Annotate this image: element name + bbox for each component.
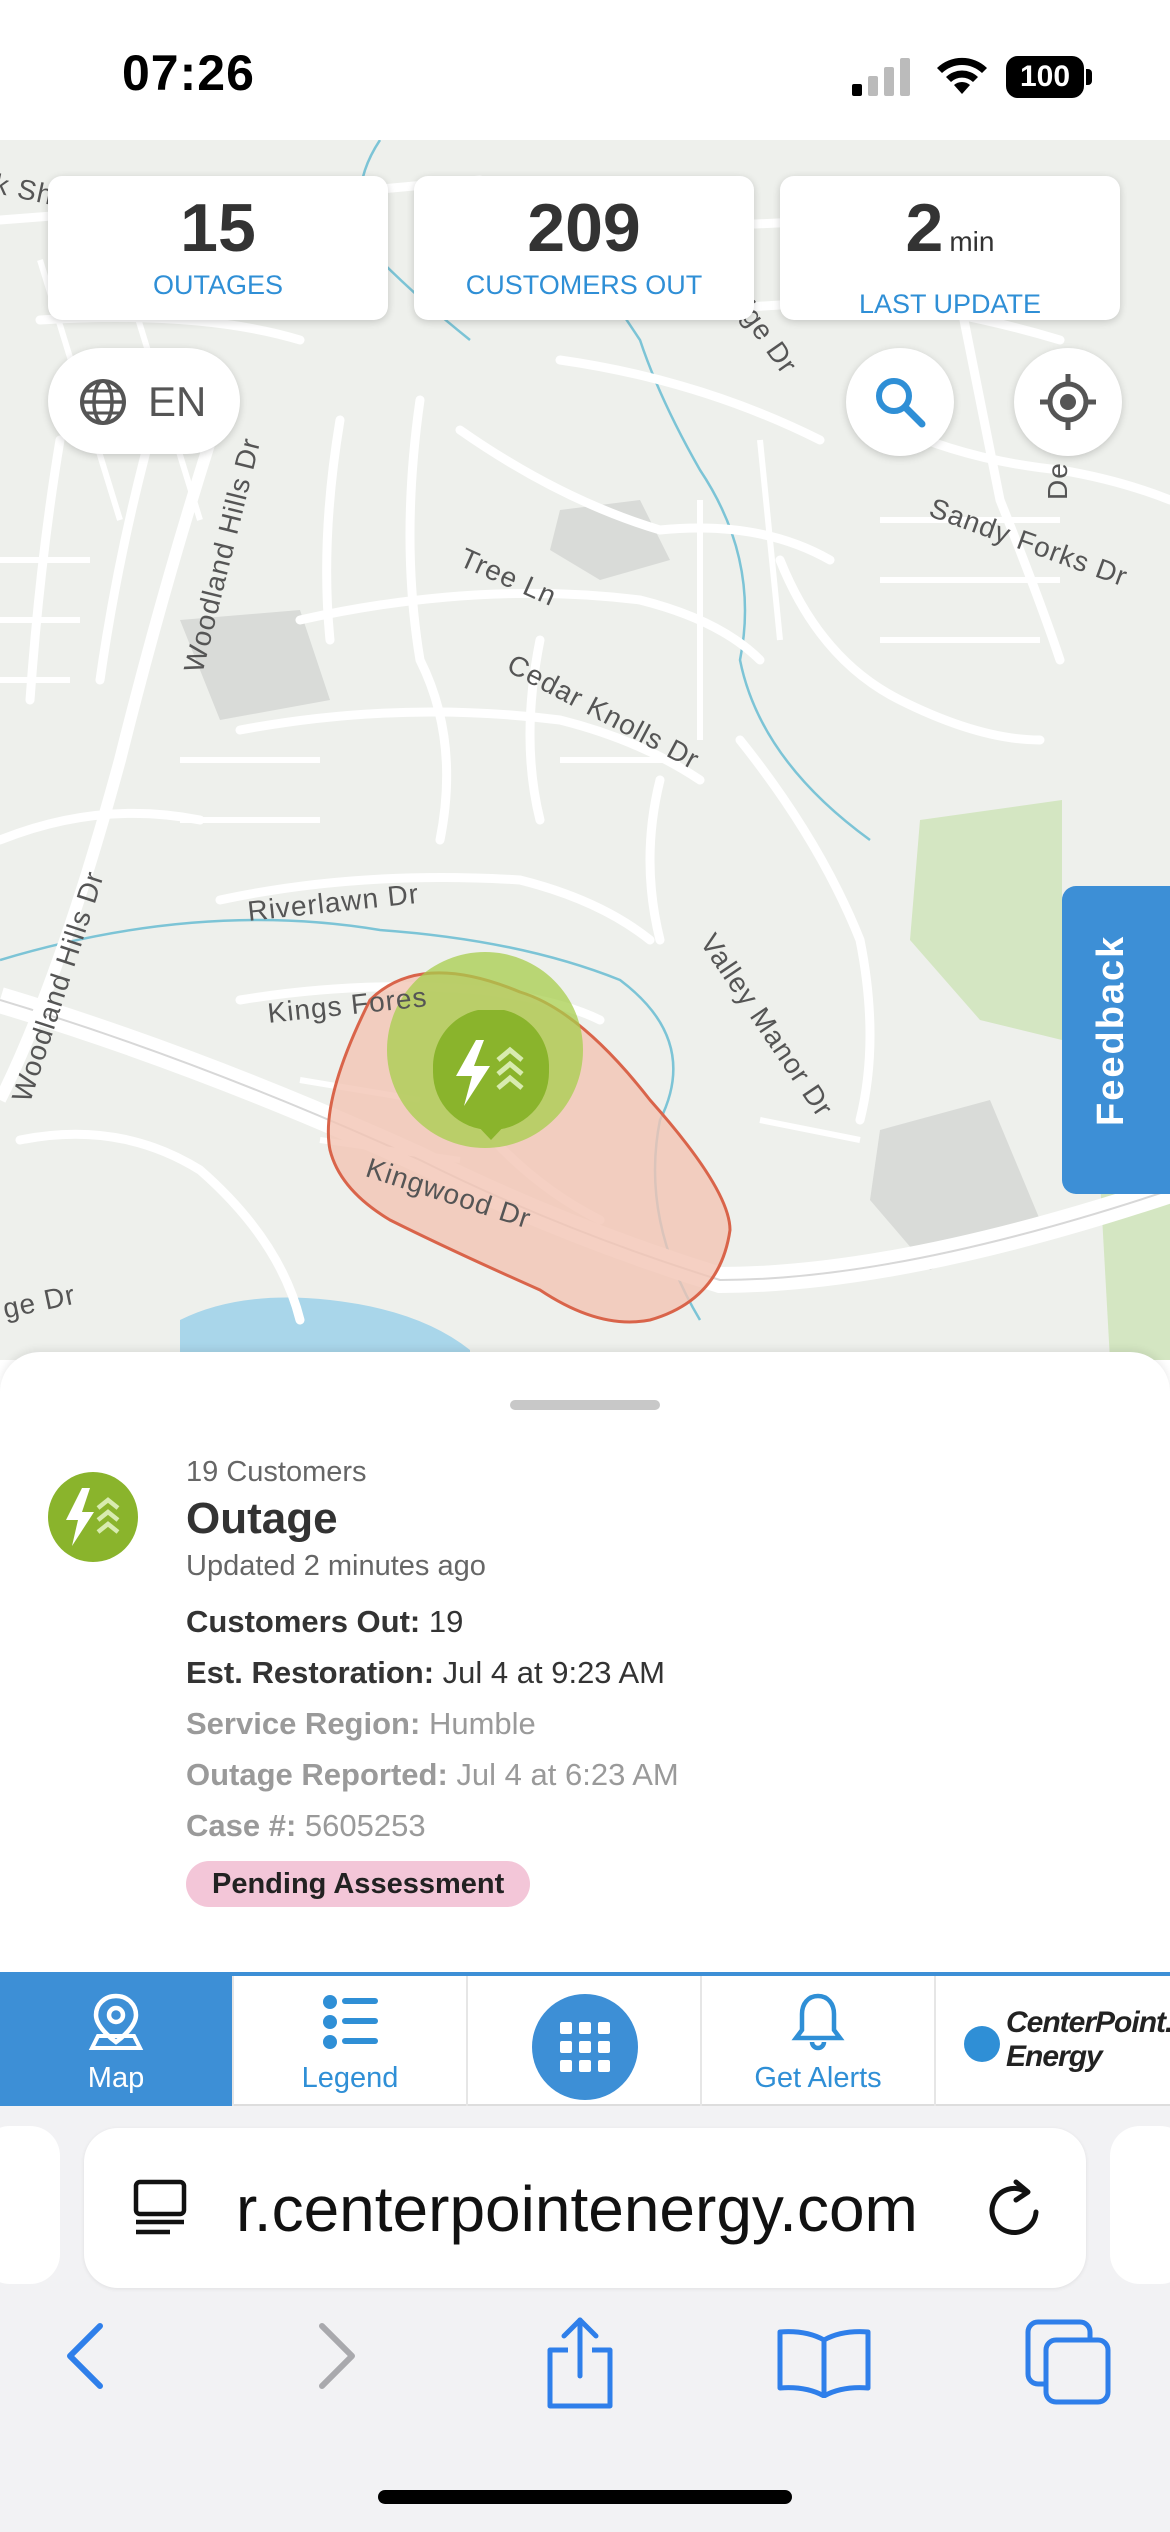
customers-out-row-value: 19	[428, 1604, 464, 1639]
outage-detail-sheet[interactable]: 19 Customers Outage Updated 2 minutes ag…	[0, 1352, 1170, 1972]
bookmarks-icon[interactable]	[776, 2326, 872, 2398]
est-restoration-label: Est. Restoration:	[186, 1655, 435, 1690]
updated-time: Updated 2 minutes ago	[186, 1550, 486, 1582]
est-restoration-value: Jul 4 at 9:23 AM	[442, 1655, 665, 1690]
logo-line-1: CenterPoint.	[1006, 2006, 1170, 2039]
language-label: EN	[148, 378, 207, 425]
language-button[interactable]: EN	[48, 348, 240, 454]
affected-customers: 19 Customers	[186, 1456, 367, 1488]
outage-reported-label: Outage Reported:	[186, 1757, 448, 1792]
legend-list-icon	[323, 1995, 378, 2049]
nav-get-alerts[interactable]: Get Alerts	[702, 1976, 936, 2106]
sheet-grabber[interactable]	[510, 1400, 660, 1410]
outage-title: Outage	[186, 1494, 338, 1543]
outages-count: 15	[180, 190, 256, 266]
customers-out-row: Customers Out: 19	[186, 1596, 1086, 1647]
case-number-row: Case #: 5605253	[186, 1800, 1086, 1851]
service-region-value: Humble	[428, 1706, 536, 1741]
last-update-value: 2	[905, 190, 944, 266]
nav-legend[interactable]: Legend	[234, 1976, 468, 2106]
customers-out-row-label: Customers Out:	[186, 1604, 421, 1639]
status-time: 07:26	[122, 45, 255, 101]
service-region-label: Service Region:	[186, 1706, 421, 1741]
outages-stat-card: 15 OUTAGES	[48, 176, 388, 320]
est-restoration-row: Est. Restoration: Jul 4 at 9:23 AM	[186, 1647, 1086, 1698]
battery-icon: 100	[1006, 56, 1092, 98]
url-text: r.centerpointenergy.com	[236, 2173, 918, 2245]
home-indicator[interactable]	[378, 2490, 792, 2504]
battery-level: 100	[1006, 56, 1084, 98]
wifi-icon	[937, 57, 987, 94]
last-update-label: LAST UPDATE	[858, 289, 1042, 319]
logo-mark	[964, 2026, 1000, 2062]
map-streets	[0, 140, 1170, 1360]
reload-icon[interactable]	[982, 2172, 1046, 2244]
tabs-icon[interactable]	[1024, 2318, 1114, 2408]
feedback-label: Feedback	[1090, 934, 1132, 1126]
nav-get-alerts-label: Get Alerts	[754, 2062, 882, 2094]
outage-detail: 19 Customers Outage Updated 2 minutes ag…	[186, 1452, 1086, 1907]
status-badge: Pending Assessment	[186, 1861, 531, 1907]
forward-icon[interactable]	[306, 2316, 366, 2396]
logo-line-2: Energy	[1006, 2040, 1103, 2073]
apps-grid-button[interactable]	[532, 1994, 638, 2100]
status-bar: 07:26 100	[0, 0, 1170, 140]
cellular-signal-icon	[852, 58, 910, 96]
previous-tab-preview[interactable]	[0, 2126, 60, 2284]
share-icon[interactable]	[540, 2316, 620, 2412]
outage-reported-value: Jul 4 at 6:23 AM	[456, 1757, 679, 1792]
browser-chrome: r.centerpointenergy.com	[0, 2106, 1170, 2532]
address-bar[interactable]: r.centerpointenergy.com	[84, 2128, 1086, 2288]
search-icon	[876, 378, 926, 428]
service-region-row: Service Region: Humble	[186, 1698, 1086, 1749]
globe-icon	[80, 379, 126, 425]
feedback-tab[interactable]: Feedback	[1062, 886, 1170, 1194]
last-update-stat-card: 2 min LAST UPDATE	[780, 176, 1120, 320]
case-number-label: Case #:	[186, 1808, 297, 1843]
next-tab-preview[interactable]	[1110, 2126, 1170, 2284]
nav-legend-label: Legend	[301, 2062, 399, 2094]
page-menu-icon	[133, 2179, 187, 2235]
search-button[interactable]	[846, 348, 954, 456]
street-label: De	[1042, 462, 1073, 500]
bottom-nav: Map Legend Get Alerts CenterPoint. Energ…	[0, 1972, 1170, 2106]
last-update-unit: min	[949, 226, 995, 257]
customers-out-stat-card: 209 CUSTOMERS OUT	[414, 176, 754, 320]
nav-map-label: Map	[87, 2062, 145, 2094]
case-number-value: 5605253	[304, 1808, 426, 1843]
grid-icon	[560, 2022, 610, 2072]
map-pin-icon	[88, 1993, 144, 2050]
outage-map[interactable]: k Shores Dr dge Dr De Sandy Forks Dr Tre…	[0, 140, 1170, 1360]
outage-marker-icon[interactable]	[426, 1010, 556, 1160]
back-icon[interactable]	[56, 2316, 116, 2396]
outage-reported-row: Outage Reported: Jul 4 at 6:23 AM	[186, 1749, 1086, 1800]
customers-out-count: 209	[527, 190, 641, 266]
bell-icon	[791, 1993, 845, 2051]
outage-icon	[48, 1472, 138, 1562]
locate-icon	[1040, 374, 1096, 430]
centerpoint-logo[interactable]: CenterPoint. Energy	[964, 2000, 1170, 2080]
locate-button[interactable]	[1014, 348, 1122, 456]
customers-out-label: CUSTOMERS OUT	[465, 270, 703, 300]
outages-label: OUTAGES	[152, 270, 284, 300]
logo-text: CenterPoint. Energy	[1006, 2006, 1170, 2074]
nav-map[interactable]: Map	[0, 1976, 234, 2106]
